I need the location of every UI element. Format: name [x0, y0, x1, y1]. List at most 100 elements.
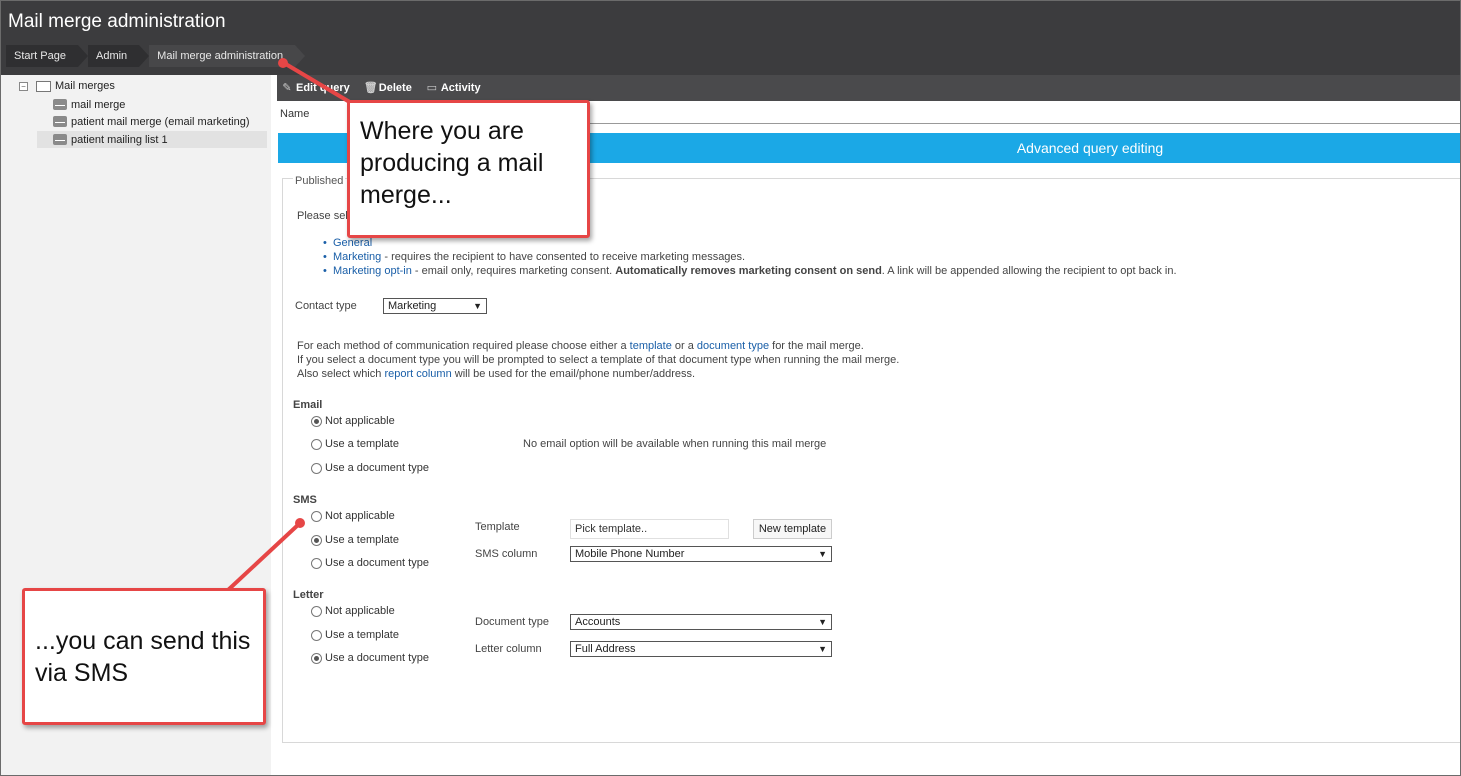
letter-column-select[interactable]: Full Address ▼: [570, 641, 832, 657]
email-use-document-type-radio[interactable]: Use a document type: [311, 462, 429, 474]
sms-column-select[interactable]: Mobile Phone Number ▼: [570, 546, 832, 562]
letter-use-document-type-radio[interactable]: Use a document type: [311, 652, 429, 664]
name-input[interactable]: [577, 106, 1460, 124]
sms-column-label: SMS column: [475, 548, 538, 560]
chevron-down-icon: ▼: [473, 301, 482, 311]
tree-item-patient-mailing-list[interactable]: patient mailing list 1: [37, 131, 267, 148]
radio-label: Use a document type: [325, 652, 429, 664]
sms-section-label: SMS: [293, 494, 317, 506]
letter-use-template-radio[interactable]: Use a template: [311, 629, 399, 641]
template-link[interactable]: template: [630, 340, 672, 352]
breadcrumb-start-page[interactable]: Start Page: [6, 45, 88, 67]
radio-label: Use a template: [325, 629, 399, 641]
marketing-desc: - requires the recipient to have consent…: [381, 251, 746, 263]
help-text: for the mail merge.: [769, 340, 864, 352]
optin-desc: - email only, requires marketing consent…: [411, 265, 616, 277]
name-label: Name: [280, 108, 310, 120]
sms-template-picker[interactable]: Pick template..: [570, 519, 729, 539]
optin-desc-end: . A link will be appended allowing the r…: [881, 265, 1177, 277]
contact-type-value: Marketing: [388, 300, 437, 312]
tree-item-label: mail merge: [71, 98, 126, 111]
breadcrumb-mail-merge-admin[interactable]: Mail merge administration: [149, 45, 306, 67]
delete-button[interactable]: 🗑 Delete: [364, 82, 412, 94]
letter-section-label: Letter: [293, 589, 324, 601]
letter-column-value: Full Address: [575, 643, 636, 655]
sms-template-label: Template: [475, 521, 520, 533]
letter-not-applicable-radio[interactable]: Not applicable: [311, 605, 395, 617]
radio-icon: [311, 534, 322, 546]
report-column-link[interactable]: report column: [384, 368, 451, 380]
optin-bold: Automatically removes marketing consent …: [615, 265, 882, 277]
breadcrumb: Start Page Admin Mail merge administrati…: [6, 45, 306, 67]
letter-doctype-label: Document type: [475, 616, 549, 628]
help-text: For each method of communication require…: [297, 340, 630, 352]
radio-icon: [311, 415, 322, 427]
radio-icon: [311, 605, 322, 617]
radio-icon: [311, 652, 322, 664]
contact-intro: Please sele: [297, 210, 354, 222]
chevron-down-icon: ▼: [818, 549, 827, 559]
activity-label: Activity: [440, 82, 481, 94]
radio-label: Use a document type: [325, 462, 429, 474]
folder-icon: [36, 80, 51, 92]
letter-column-label: Letter column: [475, 643, 542, 655]
radio-icon: [311, 557, 322, 569]
contact-type-optin: Marketing opt-in - email only, requires …: [323, 265, 1177, 277]
collapse-icon[interactable]: −: [19, 81, 28, 91]
radio-icon: [311, 438, 322, 450]
email-use-template-radio[interactable]: Use a template: [311, 438, 399, 450]
email-not-applicable-radio[interactable]: Not applicable: [311, 415, 395, 427]
tree-item-label: patient mail merge (email marketing): [71, 115, 250, 128]
radio-icon: [311, 510, 322, 522]
radio-label: Use a template: [325, 438, 399, 450]
contact-type-label: Contact type: [295, 300, 357, 312]
radio-icon: [311, 462, 322, 474]
tree-item-mail-merge[interactable]: mail merge: [37, 96, 267, 113]
marketing-link[interactable]: Marketing: [333, 251, 381, 263]
letter-doctype-select[interactable]: Accounts ▼: [570, 614, 832, 630]
sms-use-document-type-radio[interactable]: Use a document type: [311, 557, 429, 569]
tree-root-label: Mail merges: [55, 80, 115, 92]
envelope-icon: [53, 134, 67, 145]
activity-button[interactable]: ▭ Activity: [426, 82, 481, 94]
help-line-3: Also select which report column will be …: [297, 368, 695, 380]
email-section-label: Email: [293, 399, 323, 411]
email-note: No email option will be available when r…: [523, 438, 827, 450]
app-header: Mail merge administration Start Page Adm…: [1, 1, 1460, 75]
sms-not-applicable-radio[interactable]: Not applicable: [311, 510, 395, 522]
radio-icon: [311, 629, 322, 641]
callout-bottom: ...you can send this via SMS: [22, 588, 266, 725]
marketing-optin-link[interactable]: Marketing opt-in: [333, 265, 412, 277]
envelope-icon: [53, 116, 67, 127]
help-line-1: For each method of communication require…: [297, 340, 864, 352]
help-text: will be used for the email/phone number/…: [451, 368, 696, 380]
breadcrumb-admin[interactable]: Admin: [87, 45, 150, 67]
fieldset-legend: Published: [293, 175, 346, 187]
sms-use-template-radio[interactable]: Use a template: [311, 534, 399, 546]
callout-top: Where you are producing a mail merge...: [347, 100, 590, 238]
radio-label: Use a template: [325, 534, 399, 546]
delete-label: Delete: [378, 82, 412, 94]
tree-item-label: patient mailing list 1: [71, 133, 168, 146]
radio-label: Not applicable: [325, 415, 395, 427]
contact-type-select[interactable]: Marketing ▼: [383, 298, 487, 314]
page-title: Mail merge administration: [8, 11, 226, 32]
document-type-link[interactable]: document type: [697, 340, 769, 352]
help-text: or a: [671, 340, 697, 352]
help-text: Also select which: [297, 368, 385, 380]
letter-doctype-value: Accounts: [575, 616, 621, 628]
general-link[interactable]: General: [333, 237, 372, 249]
sms-column-value: Mobile Phone Number: [575, 548, 685, 560]
edit-query-button[interactable]: ✎ Edit query: [281, 82, 350, 94]
help-line-2: If you select a document type you will b…: [297, 354, 900, 366]
contact-type-general: General: [323, 237, 372, 249]
radio-label: Not applicable: [325, 510, 395, 522]
pencil-icon: ✎: [282, 82, 292, 94]
new-template-button[interactable]: New template: [753, 519, 832, 539]
toolbar: ✎ Edit query 🗑 Delete ▭ Activity: [277, 75, 1460, 101]
trash-icon: 🗑: [363, 82, 378, 94]
tree-root[interactable]: − Mail merges: [19, 80, 115, 92]
edit-query-label: Edit query: [296, 82, 350, 94]
tree-item-patient-email-marketing[interactable]: patient mail merge (email marketing): [37, 113, 267, 130]
radio-label: Use a document type: [325, 557, 429, 569]
